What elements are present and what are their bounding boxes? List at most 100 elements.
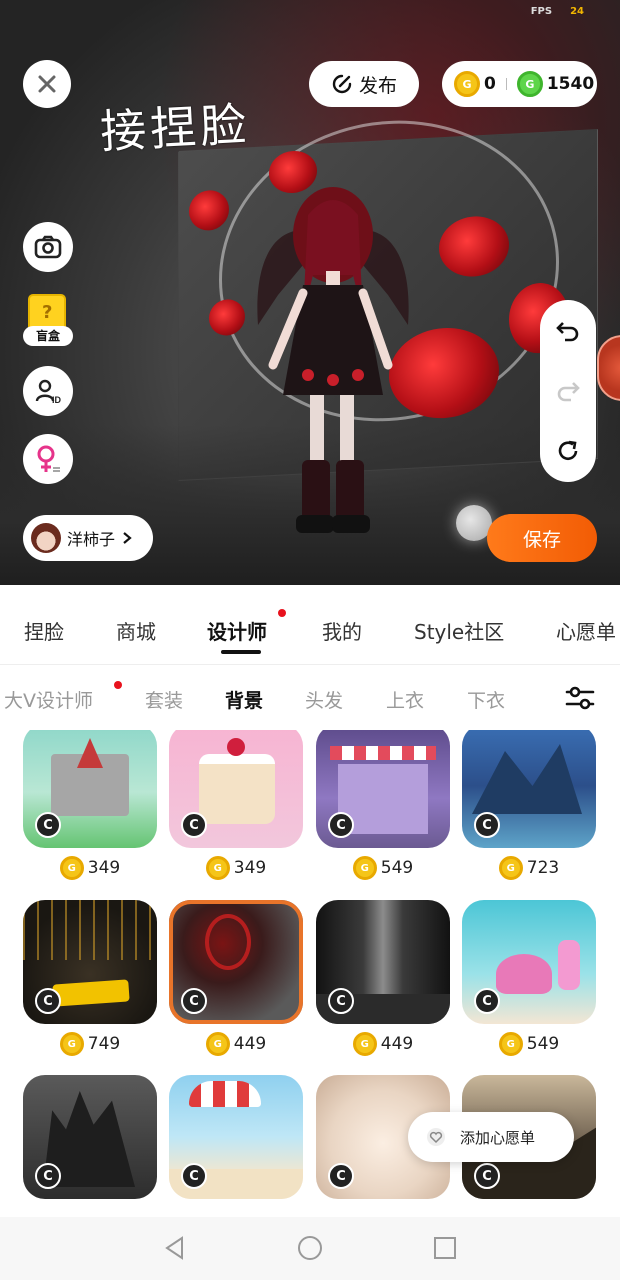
nav-recents-button[interactable] bbox=[430, 1233, 460, 1263]
item-thumbnail[interactable]: C bbox=[316, 730, 450, 848]
green-coin-icon: G bbox=[516, 71, 543, 97]
blindbox-label: 盲盒 bbox=[23, 326, 73, 346]
close-button[interactable] bbox=[23, 60, 71, 108]
publish-button[interactable]: 发布 bbox=[309, 61, 419, 107]
tab-face[interactable]: 捏脸 bbox=[24, 616, 64, 645]
gold-coin-icon: G bbox=[352, 856, 377, 880]
item-thumbnail[interactable]: C bbox=[462, 900, 596, 1024]
item-card[interactable]: C G 349 bbox=[23, 730, 157, 880]
profile-id-button[interactable]: ID bbox=[23, 366, 73, 416]
copyright-icon: C bbox=[474, 988, 500, 1014]
item-thumbnail[interactable]: C bbox=[169, 730, 303, 848]
side-floating-button[interactable] bbox=[597, 335, 620, 401]
avatar-character[interactable] bbox=[238, 175, 428, 555]
nav-back-button[interactable] bbox=[160, 1233, 190, 1263]
tab-mine[interactable]: 我的 bbox=[322, 616, 362, 645]
gold-coin-icon: G bbox=[498, 1032, 523, 1056]
currency-balance[interactable]: G 0 G 1540 bbox=[442, 61, 597, 107]
author-chip[interactable]: 洋柿子 bbox=[23, 515, 153, 561]
active-tab-indicator bbox=[221, 650, 261, 654]
item-card[interactable]: C G 549 bbox=[316, 730, 450, 880]
item-card[interactable]: C G 749 bbox=[23, 900, 157, 1056]
save-button[interactable]: 保存 bbox=[487, 514, 597, 562]
redo-icon[interactable] bbox=[555, 378, 581, 402]
gold-coin-amount: 0 bbox=[484, 74, 496, 94]
tab-designer[interactable]: 设计师 bbox=[207, 616, 267, 645]
gold-coin-icon: G bbox=[454, 71, 480, 97]
copyright-icon: C bbox=[474, 812, 500, 838]
item-card[interactable]: C G 723 bbox=[462, 730, 596, 880]
gold-coin-icon: G bbox=[59, 1032, 84, 1056]
gender-switch-button[interactable] bbox=[23, 434, 73, 484]
item-card[interactable]: C bbox=[169, 1075, 303, 1199]
item-card[interactable]: C G 549 bbox=[462, 900, 596, 1056]
filter-sliders-icon bbox=[565, 686, 595, 710]
subtab-background[interactable]: 背景 bbox=[225, 686, 263, 713]
item-card[interactable]: C G 449 bbox=[316, 900, 450, 1056]
item-price: G 349 bbox=[169, 856, 303, 880]
back-triangle-icon bbox=[165, 1236, 183, 1260]
history-controls bbox=[540, 300, 596, 482]
handwritten-title: 接捏脸 bbox=[98, 97, 252, 159]
tab-style-community[interactable]: Style社区 bbox=[414, 616, 504, 645]
item-thumbnail[interactable]: C bbox=[23, 730, 157, 848]
subtab-bigv-designer[interactable]: 大V设计师 bbox=[4, 686, 93, 713]
tab-store[interactable]: 商城 bbox=[116, 616, 156, 645]
copyright-icon: C bbox=[328, 1163, 354, 1189]
publish-label: 发布 bbox=[358, 74, 397, 97]
copyright-icon: C bbox=[181, 988, 207, 1014]
gold-coin-icon: G bbox=[59, 856, 84, 880]
subtab-hair[interactable]: 头发 bbox=[305, 686, 343, 713]
camera-button[interactable] bbox=[23, 222, 73, 272]
add-to-wishlist-label: 添加心愿单 bbox=[460, 1128, 536, 1147]
user-id-icon: ID bbox=[35, 379, 62, 405]
camera-icon bbox=[34, 235, 62, 259]
item-card[interactable]: C bbox=[23, 1075, 157, 1199]
item-price: G 723 bbox=[462, 856, 596, 880]
reset-icon[interactable] bbox=[555, 438, 581, 464]
gold-coin-icon: G bbox=[205, 856, 230, 880]
gold-coin-icon: G bbox=[352, 1032, 377, 1056]
copyright-icon: C bbox=[35, 1163, 61, 1189]
avatar bbox=[31, 523, 61, 553]
add-to-wishlist-popup[interactable]: 添加心愿单 bbox=[408, 1112, 574, 1162]
copyright-icon: C bbox=[35, 988, 61, 1014]
blindbox-button[interactable]: 盲盒 bbox=[20, 290, 76, 352]
female-gender-icon bbox=[37, 445, 60, 472]
currency-divider bbox=[505, 78, 507, 90]
notification-dot bbox=[278, 609, 286, 617]
item-price: G 549 bbox=[316, 856, 450, 880]
main-tabs bbox=[0, 585, 620, 665]
subtab-bottom[interactable]: 下衣 bbox=[467, 686, 505, 713]
subtab-top[interactable]: 上衣 bbox=[386, 686, 424, 713]
item-card[interactable]: C G 349 bbox=[169, 730, 303, 880]
chevron-right-icon bbox=[123, 532, 132, 544]
item-thumbnail[interactable]: C bbox=[316, 900, 450, 1024]
copyright-icon: C bbox=[328, 988, 354, 1014]
copyright-icon: C bbox=[181, 812, 207, 838]
svg-text:ID: ID bbox=[52, 395, 62, 405]
item-price: G 749 bbox=[23, 1032, 157, 1056]
copyright-icon: C bbox=[328, 812, 354, 838]
home-circle-icon bbox=[298, 1236, 322, 1260]
publish-icon bbox=[332, 74, 352, 94]
item-thumbnail[interactable]: C bbox=[169, 1075, 303, 1199]
item-price: G 349 bbox=[23, 856, 157, 880]
item-thumbnail[interactable]: C bbox=[462, 730, 596, 848]
copyright-icon: C bbox=[474, 1163, 500, 1189]
avatar-stage[interactable]: FPS24 接捏脸 发布 G 0 G 1540 盲盒 bbox=[0, 0, 620, 585]
item-thumbnail[interactable]: C bbox=[23, 1075, 157, 1199]
heart-icon bbox=[427, 1128, 445, 1146]
subtab-outfit[interactable]: 套装 bbox=[145, 686, 183, 713]
gold-coin-icon: G bbox=[498, 856, 523, 880]
tab-wishlist[interactable]: 心愿单 bbox=[556, 616, 616, 645]
fps-counter: FPS 24 bbox=[530, 6, 584, 17]
filter-button[interactable] bbox=[562, 683, 598, 713]
green-coin-amount: 1540 bbox=[546, 74, 595, 94]
close-icon bbox=[38, 75, 56, 93]
undo-icon[interactable] bbox=[555, 318, 581, 342]
nav-home-button[interactable] bbox=[295, 1233, 325, 1263]
item-card[interactable]: C G 449 bbox=[169, 900, 303, 1056]
item-thumbnail[interactable]: C bbox=[23, 900, 157, 1024]
item-thumbnail-selected[interactable]: C bbox=[169, 900, 303, 1024]
